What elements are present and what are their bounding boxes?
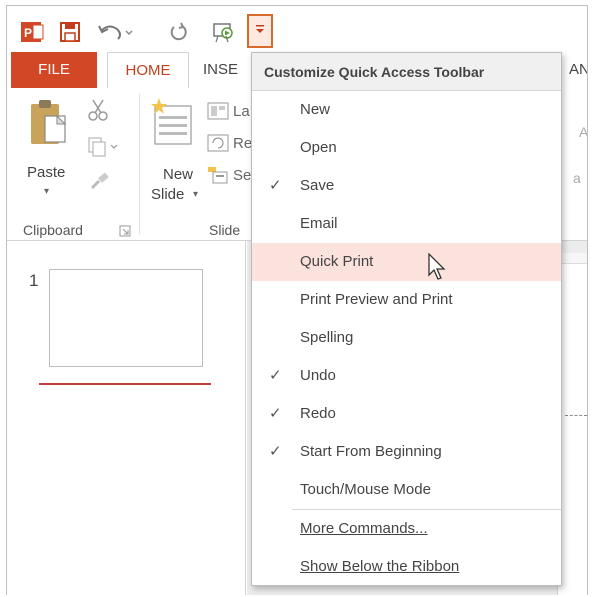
slide-thumbnail[interactable] [49,269,203,367]
paste-label[interactable]: Paste [27,164,65,181]
menu-item-label: Open [300,139,337,156]
undo-icon[interactable] [97,20,137,44]
redo-icon[interactable] [167,20,189,44]
change-case-partial[interactable]: a [573,170,581,186]
section-icon[interactable] [207,166,229,189]
tab-home[interactable]: HOME [107,52,189,89]
menu-item-label: More Commands... [300,520,428,537]
menu-item-undo[interactable]: ✓ Undo [252,357,561,395]
menu-item-start-from-beginning[interactable]: ✓ Start From Beginning [252,433,561,471]
menu-item-more-commands[interactable]: More Commands... [252,510,561,548]
tab-animations[interactable]: AN [569,52,587,88]
menu-title: Customize Quick Access Toolbar [252,53,561,91]
save-icon[interactable] [59,20,81,44]
menu-item-label: Save [300,177,335,194]
menu-item-open[interactable]: Open [252,129,561,167]
menu-item-new[interactable]: New [252,91,561,129]
copy-icon[interactable] [87,136,121,163]
format-painter-icon[interactable] [89,172,111,197]
menu-item-label: Undo [300,367,336,384]
menu-item-label: Quick Print [300,253,374,270]
menu-item-label: Spelling [300,329,354,346]
slide-number: 1 [29,271,39,290]
menu-item-label: Start From Beginning [300,443,442,460]
menu-item-label: Email [300,215,338,232]
menu-item-quick-print[interactable]: Quick Print [252,243,561,281]
powerpoint-icon: P [21,20,45,44]
svg-text:P: P [24,26,32,40]
tab-file[interactable]: FILE [11,52,97,88]
placeholder-border [565,415,587,416]
slides-group-label: Slide [209,222,241,238]
reset-icon[interactable] [207,134,229,157]
layout-icon[interactable] [207,102,229,125]
checkmark-icon: ✓ [269,443,282,460]
menu-item-email[interactable]: Email [252,205,561,243]
menu-item-label: Print Preview and Print [300,291,453,308]
section-label[interactable]: Se [233,167,251,184]
menu-item-show-below-ribbon[interactable]: Show Below the Ribbon [252,548,561,586]
reset-label[interactable]: Re [233,135,252,152]
new-slide-dropdown-icon[interactable]: ▾ [193,189,198,200]
menu-item-spelling[interactable]: Spelling [252,319,561,357]
customize-qat-dropdown-button[interactable] [247,14,273,48]
start-from-beginning-icon[interactable] [211,20,237,44]
group-separator [139,94,140,234]
cut-icon[interactable] [87,98,109,127]
clipboard-group-label: Clipboard [23,222,83,238]
insertion-marker [39,383,211,385]
menu-item-touch-mouse-mode[interactable]: Touch/Mouse Mode [252,471,561,509]
clipboard-launcher-icon[interactable] [119,224,131,242]
menu-item-print-preview[interactable]: Print Preview and Print [252,281,561,319]
menu-item-redo[interactable]: ✓ Redo [252,395,561,433]
tab-insert[interactable]: INSE [203,52,238,88]
checkmark-icon: ✓ [269,177,282,194]
new-slide-label-line2[interactable]: Slide [151,186,184,203]
quick-access-toolbar: P [7,6,587,52]
menu-item-label: Show Below the Ribbon [300,558,460,575]
paste-dropdown-icon[interactable]: ▾ [44,186,49,197]
customize-qat-menu: Customize Quick Access Toolbar New Open … [251,52,562,586]
menu-item-label: Touch/Mouse Mode [300,481,431,498]
menu-item-label: Redo [300,405,336,422]
paste-icon[interactable] [27,98,73,148]
menu-item-label: New [300,101,331,118]
checkmark-icon: ✓ [269,367,282,384]
customize-qat-dropdown-icon [255,22,265,40]
new-slide-label-line1[interactable]: New [163,166,193,183]
font-size-partial[interactable]: A [579,124,587,140]
new-slide-icon[interactable] [149,96,195,153]
checkmark-icon: ✓ [269,405,282,422]
slide-thumbnail-panel: 1 [7,241,246,595]
mouse-pointer-icon [428,252,446,286]
layout-label[interactable]: La [233,103,250,120]
menu-item-save[interactable]: ✓ Save [252,167,561,205]
